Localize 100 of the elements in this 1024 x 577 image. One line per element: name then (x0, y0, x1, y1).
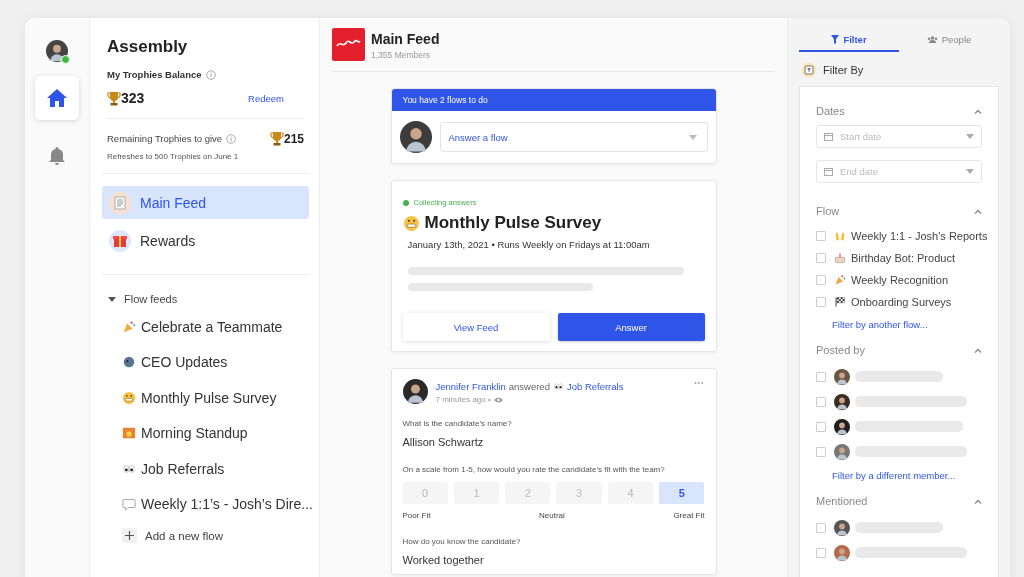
section-title: Mentioned (816, 495, 868, 507)
post-time: 7 minutes ago • (435, 395, 491, 404)
question-text: What is the candidate’s name? (402, 419, 513, 428)
chevron-up-icon (974, 347, 982, 353)
date-field[interactable]: Start date (816, 125, 982, 148)
section-header[interactable]: Mentioned (816, 495, 982, 507)
checkbox[interactable] (816, 253, 826, 263)
scale-label: Great Fit (673, 511, 705, 520)
checkbox[interactable] (816, 396, 826, 407)
brand-logo (332, 28, 365, 61)
emoji-icon (122, 319, 136, 334)
answer-button[interactable]: Answer (557, 313, 705, 341)
flow-select[interactable]: Answer a flow (439, 122, 708, 152)
flow-feed-item[interactable]: Monthly Pulse Survey (102, 380, 309, 416)
section-header[interactable]: Dates (816, 105, 982, 117)
remaining-label: Remaining Trophies to give (107, 133, 223, 144)
filter-badge-icon (801, 62, 817, 78)
filter-link[interactable]: Filter by a different member... (832, 470, 956, 481)
checkbox[interactable] (816, 446, 826, 457)
checkbox[interactable] (816, 275, 826, 285)
avatar (834, 418, 850, 435)
emoji-icon (552, 381, 564, 392)
flow-option-label: Weekly Recognition (851, 274, 948, 286)
emoji-icon (122, 355, 136, 370)
question-text: On a scale from 1-5, how would you rate the candidate’s fit with the team? (402, 465, 666, 474)
bell-icon (49, 147, 65, 165)
remaining-value: 215 (283, 131, 304, 146)
emoji-icon (834, 274, 846, 286)
rating-option[interactable]: 5 (659, 482, 705, 504)
people-icon (926, 35, 938, 43)
flow-feed-item[interactable]: Job Referrals (102, 451, 309, 487)
checkbox[interactable] (816, 547, 826, 558)
flow-feeds-toggle[interactable]: Flow feeds (102, 293, 309, 305)
section-header[interactable]: Posted by (816, 344, 982, 356)
author-link[interactable]: Jennifer Franklin (435, 381, 506, 392)
avatar (834, 443, 850, 460)
flow-feed-item[interactable]: CEO Updates (102, 344, 309, 380)
todo-banner: You have 2 flows to do (391, 89, 716, 111)
redeem-link[interactable]: Redeem (248, 92, 284, 104)
trophy-icon (269, 131, 284, 146)
filter-link[interactable]: Filter by another flow... (832, 319, 928, 330)
emoji-icon (834, 252, 846, 264)
caret-down-icon (688, 134, 697, 140)
checkbox[interactable] (816, 421, 826, 432)
home-button[interactable] (35, 76, 79, 120)
avatar (834, 544, 850, 561)
survey-title: Monthly Pulse Survey (424, 213, 602, 233)
info-icon (205, 69, 216, 80)
chevron-up-icon (974, 108, 982, 114)
gift-icon (108, 228, 132, 253)
emoji-icon (834, 296, 846, 308)
filter-tab[interactable]: People (899, 28, 999, 52)
plus-icon (125, 531, 134, 540)
nav-item[interactable]: Main Feed (102, 186, 309, 219)
view-feed-button[interactable]: View Feed (402, 313, 550, 341)
home-icon (47, 89, 67, 107)
filter-tab[interactable]: Filter (799, 28, 899, 52)
question-text: How do you know the candidate? (402, 537, 522, 546)
flow-link[interactable]: Job Referrals (566, 381, 624, 392)
avatar (402, 379, 428, 404)
survey-schedule: January 13th, 2021 • Runs Weekly on Fridays at 11:00am (407, 239, 651, 250)
emoji-icon (834, 230, 846, 242)
chevron-up-icon (974, 208, 982, 214)
emoji-icon (402, 214, 420, 232)
feed-title: Main Feed (371, 31, 440, 47)
chevron-up-icon (974, 498, 982, 504)
flow-option-label: Weekly 1:1 - Josh's Reports (851, 230, 988, 242)
caret-down-icon (966, 134, 974, 139)
avatar (399, 121, 432, 153)
eye-icon (493, 396, 503, 403)
filter-heading: Filter By (823, 64, 864, 76)
answer-text: Allison Schwartz (402, 436, 485, 448)
section-title: Dates (816, 105, 845, 117)
info-icon (226, 133, 237, 144)
date-field[interactable]: End date (816, 160, 982, 183)
checkbox[interactable] (816, 297, 826, 307)
emoji-icon (122, 390, 136, 405)
answer-text: Worked together (402, 554, 485, 566)
flow-option-label: Onboarding Surveys (851, 296, 952, 308)
caret-down-icon (966, 169, 974, 174)
balance-label: My Trophies Balance (107, 69, 202, 80)
status-dot (402, 199, 409, 206)
flow-feed-item[interactable]: Morning Standup (102, 415, 309, 451)
refresh-note: Refreshes to 500 Trophies on June 1 (107, 152, 240, 161)
select-label: Answer a flow (448, 131, 508, 143)
action-text: answered (508, 381, 550, 392)
member-count: 1,355 Members (371, 50, 432, 60)
flow-feed-item[interactable]: Celebrate a Teammate (102, 309, 309, 345)
app-title: Assembly (107, 37, 189, 57)
section-header[interactable]: Flow (816, 205, 982, 217)
scale-label: Poor Fit (402, 511, 431, 520)
avatar (834, 393, 850, 410)
checkbox[interactable] (816, 522, 826, 533)
nav-item[interactable]: Rewards (102, 224, 309, 257)
checkbox[interactable] (816, 371, 826, 382)
avatar (46, 40, 68, 62)
checkbox[interactable] (816, 231, 826, 241)
section-title: Posted by (816, 344, 865, 356)
add-flow-button[interactable]: Add a new flow (102, 527, 309, 544)
emoji-icon (122, 497, 136, 512)
